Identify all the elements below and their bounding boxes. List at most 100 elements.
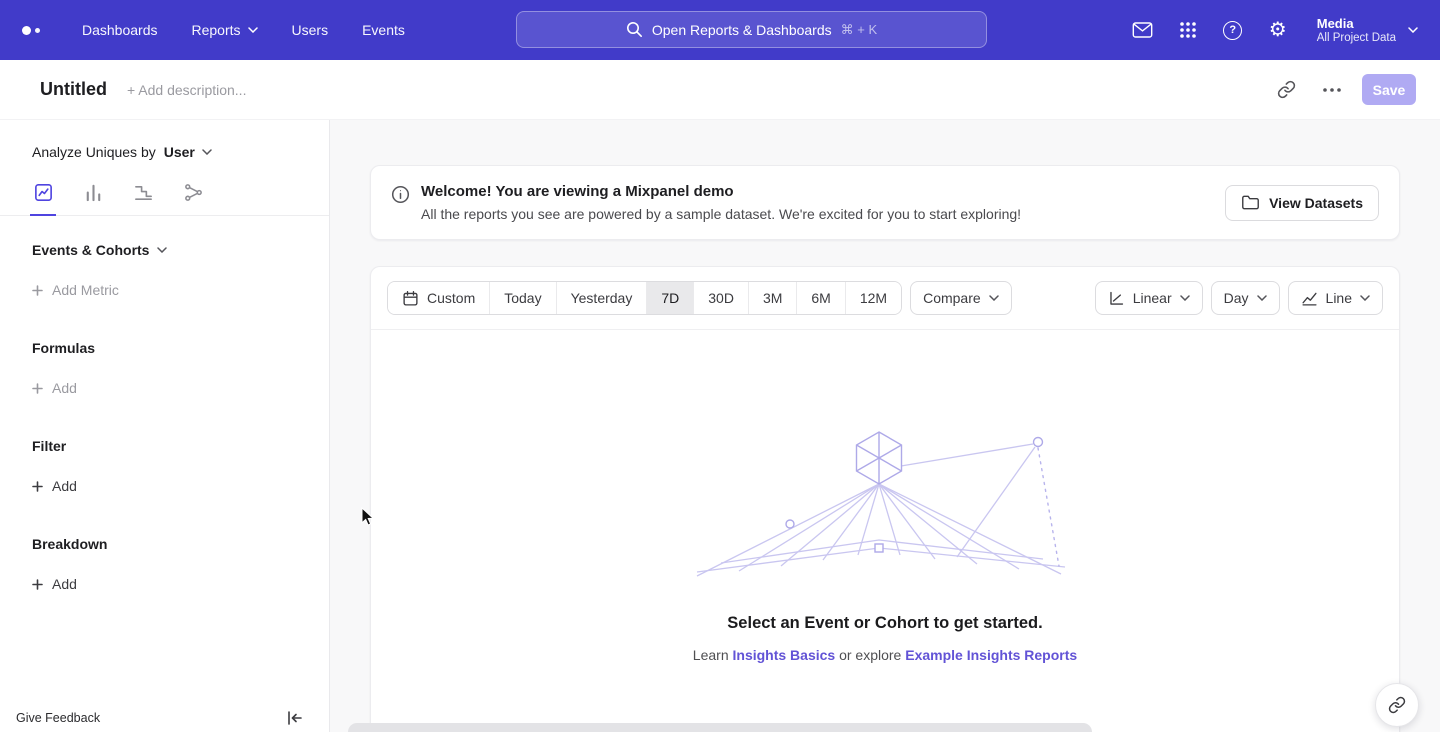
help-icon[interactable]: ? <box>1221 18 1245 42</box>
more-options-button[interactable] <box>1316 74 1348 106</box>
add-breakdown-label: Add <box>52 576 77 592</box>
insights-basics-link[interactable]: Insights Basics <box>733 647 836 663</box>
linear-axis-icon <box>1108 290 1125 307</box>
compare-label: Compare <box>923 290 981 306</box>
date-range-yesterday[interactable]: Yesterday <box>556 282 647 314</box>
sidebar-footer: Give Feedback <box>0 708 329 732</box>
floating-link-button[interactable] <box>1375 683 1419 727</box>
tab-flows[interactable] <box>180 182 206 215</box>
section-title: Breakdown <box>32 536 107 552</box>
view-datasets-label: View Datasets <box>1269 195 1363 211</box>
empty-state: Select an Event or Cohort to get started… <box>371 330 1399 663</box>
empty-mid: or explore <box>835 647 905 663</box>
save-button[interactable]: Save <box>1362 74 1416 105</box>
nav-reports-label: Reports <box>192 22 241 38</box>
chevron-down-icon <box>989 295 999 301</box>
link-icon <box>1388 696 1406 714</box>
scale-dropdown[interactable]: Linear <box>1095 281 1203 315</box>
nav-events[interactable]: Events <box>362 22 405 38</box>
date-range-30d[interactable]: 30D <box>693 282 748 314</box>
search-shortcut: ⌘ + K <box>841 22 878 38</box>
add-metric-button[interactable]: Add Metric <box>32 282 119 298</box>
app-root: Dashboards Reports Users Events Open Rep… <box>0 0 1440 732</box>
settings-gear-icon[interactable]: ⚙ <box>1266 18 1290 42</box>
section-events-cohorts[interactable]: Events & Cohorts <box>32 242 329 258</box>
search-placeholder: Open Reports & Dashboards <box>652 22 832 38</box>
report-title[interactable]: Untitled <box>40 79 107 100</box>
section-formulas: Formulas <box>32 340 329 356</box>
mixpanel-logo[interactable] <box>22 26 48 35</box>
tab-retention[interactable] <box>130 182 156 215</box>
collapse-sidebar-button[interactable] <box>287 711 303 725</box>
insights-report-card: Custom Today Yesterday 7D 30D 3M 6M 12M … <box>370 266 1400 732</box>
view-datasets-button[interactable]: View Datasets <box>1225 185 1379 221</box>
nav-dashboards[interactable]: Dashboards <box>82 22 158 38</box>
date-range-custom[interactable]: Custom <box>388 282 489 314</box>
plus-icon <box>32 481 43 492</box>
add-breakdown-button[interactable]: Add <box>32 576 77 592</box>
help-glyph: ? <box>1223 21 1242 40</box>
global-search[interactable]: Open Reports & Dashboards ⌘ + K <box>516 11 987 48</box>
chevron-down-icon <box>1257 295 1267 301</box>
interval-label: Day <box>1224 290 1249 306</box>
empty-state-subtext: Learn Insights Basics or explore Example… <box>693 647 1077 663</box>
section-title: Filter <box>32 438 66 454</box>
add-formula-button[interactable]: Add <box>32 380 77 396</box>
analyze-label: Analyze Uniques by <box>32 144 156 160</box>
content-area: Analyze Uniques by User <box>0 120 1440 732</box>
welcome-title: Welcome! You are viewing a Mixpanel demo <box>421 183 1021 200</box>
nav-users[interactable]: Users <box>292 22 329 38</box>
report-actions: Save <box>1270 74 1416 106</box>
navbar-actions: ? ⚙ Media All Project Data <box>1131 16 1418 45</box>
line-chart-icon <box>1301 290 1318 307</box>
link-icon <box>1277 80 1296 99</box>
analysis-type-tabs <box>0 182 329 216</box>
date-range-12m[interactable]: 12M <box>845 282 901 314</box>
query-builder-sidebar: Analyze Uniques by User <box>0 120 330 732</box>
chart-type-label: Line <box>1326 290 1352 306</box>
date-range-today[interactable]: Today <box>489 282 555 314</box>
plus-icon <box>32 383 43 394</box>
report-header: Untitled + Add description... Save <box>0 60 1440 120</box>
bottom-panel-edge[interactable] <box>348 723 1092 732</box>
chevron-down-icon <box>157 247 167 253</box>
welcome-banner: Welcome! You are viewing a Mixpanel demo… <box>370 165 1400 240</box>
ellipsis-icon <box>1323 88 1341 92</box>
info-icon <box>391 185 410 204</box>
add-filter-label: Add <box>52 478 77 494</box>
chevron-down-icon <box>1408 27 1418 33</box>
copy-link-button[interactable] <box>1270 74 1302 106</box>
date-range-6m[interactable]: 6M <box>796 282 844 314</box>
chart-type-dropdown[interactable]: Line <box>1288 281 1383 315</box>
section-title: Events & Cohorts <box>32 242 149 258</box>
retention-steps-icon <box>133 182 154 203</box>
section-breakdown: Breakdown <box>32 536 329 552</box>
date-range-7d[interactable]: 7D <box>646 282 693 314</box>
add-filter-button[interactable]: Add <box>32 478 77 494</box>
empty-prefix: Learn <box>693 647 733 663</box>
analyze-by-dropdown[interactable]: User <box>164 144 212 160</box>
primary-nav: Dashboards Reports Users Events <box>82 22 405 38</box>
welcome-subtitle: All the reports you see are powered by a… <box>421 206 1021 222</box>
example-reports-link[interactable]: Example Insights Reports <box>905 647 1077 663</box>
project-subtitle: All Project Data <box>1317 31 1396 45</box>
tab-bar-chart[interactable] <box>80 182 106 215</box>
bar-chart-icon <box>83 182 104 203</box>
add-metric-label: Add Metric <box>52 282 119 298</box>
inbox-icon[interactable] <box>1131 18 1155 42</box>
calendar-icon <box>402 290 419 307</box>
project-name: Media <box>1317 16 1396 31</box>
nav-reports[interactable]: Reports <box>192 22 258 38</box>
section-filter: Filter <box>32 438 329 454</box>
analyze-value: User <box>164 144 195 160</box>
date-range-3m[interactable]: 3M <box>748 282 796 314</box>
plus-icon <box>32 579 43 590</box>
add-description[interactable]: + Add description... <box>127 82 246 98</box>
project-selector[interactable]: Media All Project Data <box>1317 16 1418 45</box>
interval-dropdown[interactable]: Day <box>1211 281 1280 315</box>
give-feedback-link[interactable]: Give Feedback <box>16 711 100 725</box>
compare-button[interactable]: Compare <box>910 281 1012 315</box>
apps-grid-icon[interactable] <box>1176 18 1200 42</box>
top-navbar: Dashboards Reports Users Events Open Rep… <box>0 0 1440 60</box>
tab-insights[interactable] <box>30 182 56 215</box>
